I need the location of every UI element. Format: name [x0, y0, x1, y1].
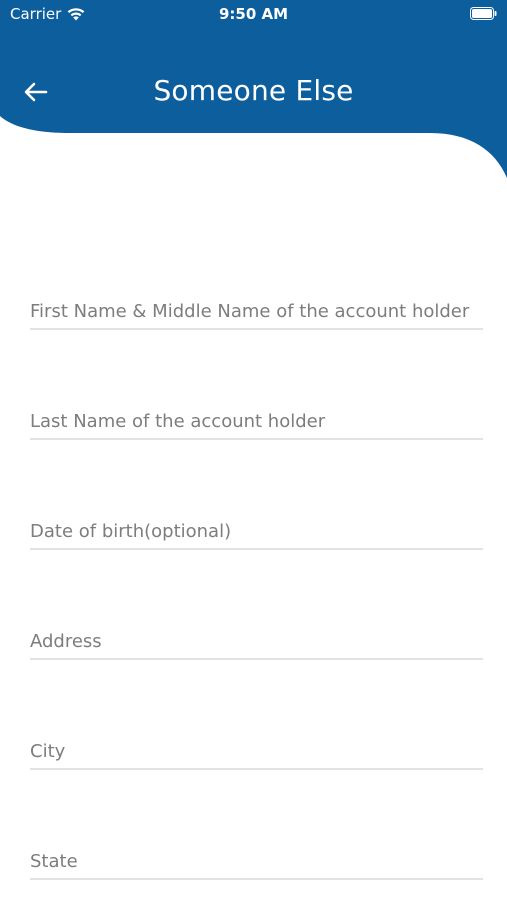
screen: Carrier 9:50 AM Someone Else	[0, 0, 507, 900]
page-title: Someone Else	[153, 74, 354, 107]
nav-bar: Someone Else	[0, 62, 507, 122]
last-name-input[interactable]	[30, 404, 483, 440]
status-bar: Carrier 9:50 AM	[0, 0, 507, 28]
field-date-of-birth	[30, 480, 483, 590]
state-input[interactable]	[30, 844, 483, 880]
address-input[interactable]	[30, 624, 483, 660]
date-of-birth-input[interactable]	[30, 514, 483, 550]
field-first-middle-name	[30, 260, 483, 370]
status-time: 9:50 AM	[218, 5, 289, 23]
field-address	[30, 590, 483, 700]
field-last-name	[30, 370, 483, 480]
first-middle-name-input[interactable]	[30, 294, 483, 330]
account-holder-form	[30, 260, 483, 900]
field-state	[30, 810, 483, 900]
field-city	[30, 700, 483, 810]
battery-icon	[470, 7, 497, 20]
city-input[interactable]	[30, 734, 483, 770]
